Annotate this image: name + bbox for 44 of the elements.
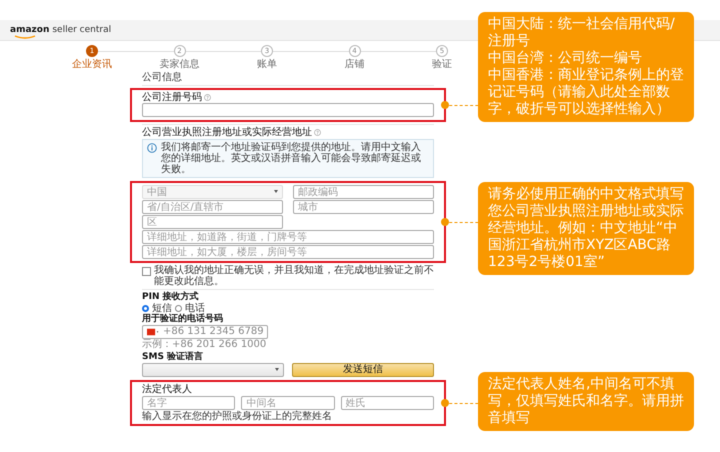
step-label: 企业资讯 [72, 59, 112, 70]
flag-icon [147, 328, 160, 336]
name-field[interactable]: 姓氏 [340, 396, 434, 410]
callout: 法定代表人姓名,中间名可不填写，仅填写姓氏和名字。请用拼音填写 [478, 372, 694, 431]
hint-text: 输入显示在您的护照或身份证上的完整姓名 [142, 411, 333, 422]
example-text: 示例：+86 201 266 1000 [142, 339, 268, 350]
section-title: 公司信息 [142, 72, 183, 83]
field-label: SMS 验证语言 [142, 352, 204, 363]
callout: 中国大陆：统一社会信用代码/注册号 中国台湾：公司统一编号 中国香港：商业登记条例上的登记证号码（请输入此处全部数字，破折号可以选择性输入） [478, 12, 694, 122]
address-field[interactable]: 省/自治区/直辖市 [142, 200, 283, 214]
address-field[interactable]: 详细地址，如道路，街道，门牌号等 [142, 230, 434, 244]
step-label: 账单 [257, 59, 277, 70]
phone-field[interactable]: +86 131 2345 6789 [142, 325, 268, 339]
radio-label: 短信 [152, 303, 172, 314]
address-field[interactable]: 区 [142, 215, 283, 229]
radio-button[interactable] [142, 305, 149, 312]
registration-number-field[interactable] [142, 103, 434, 117]
field-label: 用于验证的电话号码 [142, 314, 224, 325]
language-select[interactable] [142, 363, 284, 377]
address-field[interactable]: 详细地址，如大厦，楼层，房间号等 [142, 245, 434, 259]
logo-product: seller central [52, 24, 112, 36]
field-label: PIN 接收方式 [142, 292, 200, 302]
field-label: 公司营业执照注册地址或实际经营地址 [142, 127, 312, 138]
step-label: 卖家信息 [160, 59, 200, 70]
smile-icon [14, 34, 36, 38]
field-label: 法定代表人 [142, 384, 193, 395]
address-field[interactable]: 城市 [293, 200, 434, 214]
logo-brand: amazon [10, 24, 50, 36]
help-icon [204, 94, 211, 101]
checkbox-label: 我确认我的地址正确无误，并且我知道，在完成地址验证之前不能更改此信息。 [154, 265, 434, 287]
help-icon [314, 129, 321, 136]
notice-text: 我们将邮寄一个地址验证码到您提供的地址。请用中文输入您的详细地址。英文或汉语拼音输入可能会导致邮寄延迟或失败。 [161, 142, 422, 175]
send-sms-button[interactable]: 发送短信 [292, 363, 434, 377]
step-label: 验证 [432, 59, 452, 70]
info-icon [147, 143, 157, 153]
name-field[interactable]: 中间名 [241, 396, 335, 410]
radio-button[interactable] [175, 305, 182, 312]
callout: 请务必使用正确的中文格式填写您公司营业执照注册地址或实际经营地址。例如：中文地址“中国浙江省杭州市XYZ区ABC路123号2号楼01室” [478, 182, 694, 275]
name-field[interactable]: 名字 [142, 396, 236, 410]
field-label: 公司注册号码 [142, 92, 202, 103]
step-label: 店铺 [344, 59, 364, 70]
address-field[interactable]: 邮政编码 [293, 185, 434, 199]
checkbox[interactable] [142, 267, 151, 276]
radio-label: 电话 [185, 303, 205, 314]
